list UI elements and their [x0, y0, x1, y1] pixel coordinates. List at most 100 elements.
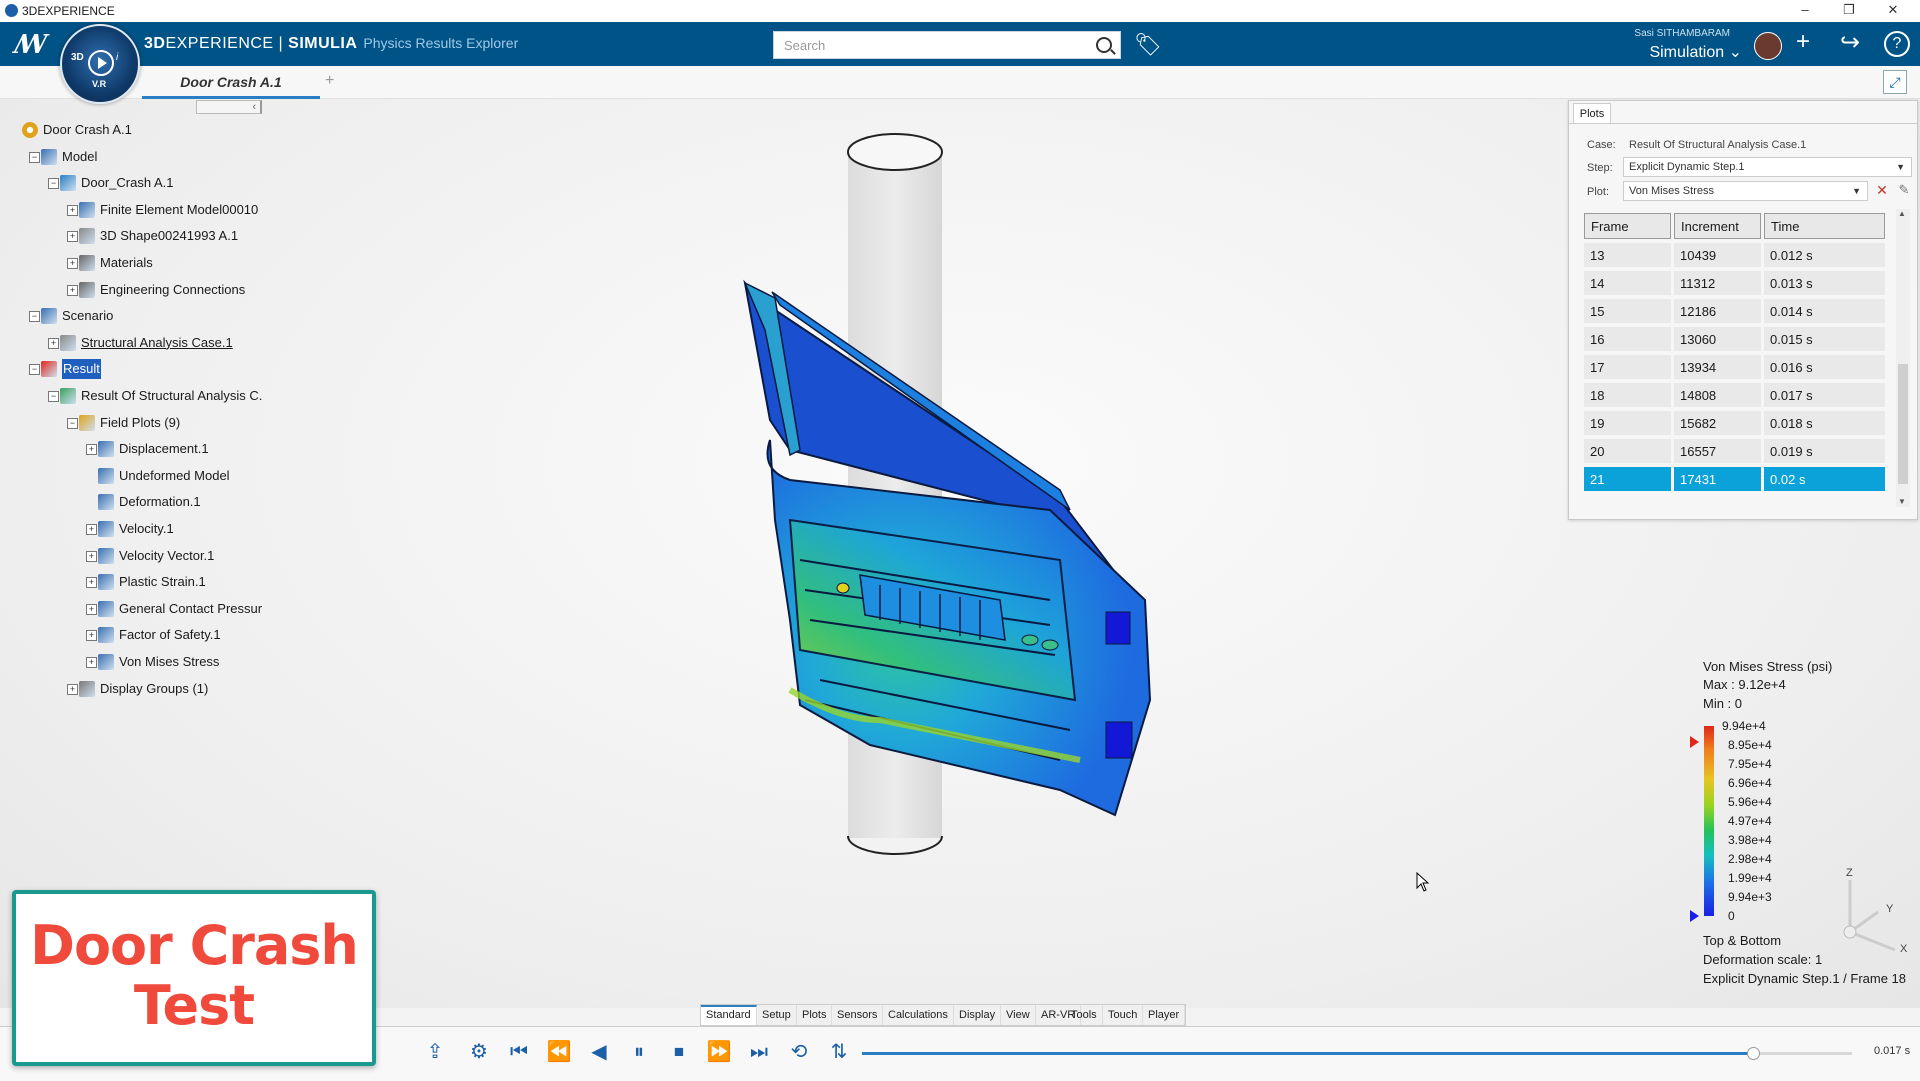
expand-icon[interactable]: +: [67, 231, 78, 243]
tree-item[interactable]: + Structural Analysis Case.1: [0, 333, 265, 353]
tab-door-crash[interactable]: Door Crash A.1: [142, 72, 320, 99]
expand-icon[interactable]: +: [86, 524, 97, 535]
sort-icon[interactable]: ⇅: [826, 1039, 852, 1065]
scroll-down-icon[interactable]: ▼: [1898, 497, 1906, 506]
tab-setup[interactable]: Setup: [757, 1005, 797, 1025]
avatar[interactable]: [1754, 32, 1782, 60]
help-icon[interactable]: ?: [1884, 31, 1910, 57]
loop-icon[interactable]: ⟲: [786, 1039, 812, 1065]
edit-icon[interactable]: ✎: [1895, 181, 1913, 199]
progress-knob[interactable]: [1747, 1047, 1760, 1060]
tab-calculations[interactable]: Calculations: [883, 1005, 954, 1025]
plot-settings-icon[interactable]: ✕: [1873, 181, 1891, 199]
expand-icon[interactable]: +: [86, 657, 97, 668]
scroll-up-icon[interactable]: ▲: [1898, 209, 1906, 218]
tab-tools[interactable]: Tools: [1066, 1005, 1103, 1025]
tree-item[interactable]: +3D Shape00241993 A.1: [0, 226, 265, 246]
expand-icon[interactable]: +: [67, 284, 78, 296]
role-selector[interactable]: Simulation ⌄: [1622, 42, 1742, 62]
plot-select[interactable]: Von Mises Stress ▼: [1623, 181, 1868, 201]
tree-item[interactable]: − Scenario: [0, 306, 265, 326]
tree-item[interactable]: + Velocity.1: [0, 519, 265, 539]
tree-item[interactable]: + Engineering Connections: [0, 280, 265, 300]
tree-collapse-button[interactable]: ‹: [196, 100, 262, 114]
collapse-icon[interactable]: −: [29, 311, 40, 323]
first-frame-icon[interactable]: ⏮: [506, 1039, 532, 1065]
add-icon[interactable]: +: [1796, 28, 1810, 56]
table-row[interactable]: 19 15682 0.018 s: [1584, 411, 1885, 435]
expand-icon[interactable]: +: [86, 577, 97, 589]
tree-item[interactable]: Door Crash A.1: [0, 120, 265, 140]
tag-icon[interactable]: 🏷: [1134, 32, 1162, 58]
tab-plots[interactable]: Plots: [797, 1005, 833, 1025]
scroll-thumb[interactable]: [1898, 364, 1908, 484]
search-box[interactable]: [773, 31, 1121, 59]
col-time[interactable]: Time: [1764, 213, 1885, 239]
restore-button[interactable]: ❐: [1834, 2, 1864, 20]
collapse-icon[interactable]: −: [67, 417, 78, 429]
tree-item[interactable]: + Von Mises Stress: [0, 652, 265, 672]
tree-item[interactable]: Undeformed Model: [0, 466, 265, 486]
dassault-logo-icon[interactable]: ꟿ: [14, 30, 47, 60]
tab-player[interactable]: Player: [1143, 1005, 1186, 1025]
stop-icon[interactable]: ⏹: [666, 1039, 692, 1065]
table-row[interactable]: 14 11312 0.013 s: [1584, 271, 1885, 295]
table-row[interactable]: 21 17431 0.02 s: [1584, 467, 1885, 491]
expand-icon[interactable]: +: [67, 258, 78, 269]
expand-icon[interactable]: +: [86, 630, 97, 642]
axis-triad-icon[interactable]: Z Y X: [1800, 862, 1910, 962]
tree-item[interactable]: − Door_Crash A.1: [0, 173, 265, 193]
expand-icon[interactable]: +: [86, 444, 97, 456]
tree-item[interactable]: + Plastic Strain.1: [0, 572, 265, 592]
minimize-button[interactable]: –: [1790, 2, 1820, 20]
frames-scrollbar[interactable]: ▲ ▼: [1896, 209, 1910, 507]
tree-item[interactable]: + Materials: [0, 253, 265, 273]
table-row[interactable]: 18 14808 0.017 s: [1584, 383, 1885, 407]
next-frame-icon[interactable]: ⏩: [706, 1039, 732, 1065]
step-select[interactable]: Explicit Dynamic Step.1 ▼: [1623, 157, 1912, 177]
table-row[interactable]: 15 12186 0.014 s: [1584, 299, 1885, 323]
add-tab-icon[interactable]: +: [325, 72, 334, 90]
tree-item[interactable]: − Field Plots (9): [0, 413, 265, 433]
tree-item[interactable]: + General Contact Pressur: [0, 599, 265, 619]
tab-standard[interactable]: Standard: [701, 1005, 757, 1025]
compass-icon[interactable]: 3D V.R i: [60, 24, 140, 104]
tree-item[interactable]: − Model: [0, 147, 265, 167]
collapse-icon[interactable]: −: [48, 178, 59, 190]
last-frame-icon[interactable]: ⏭: [746, 1039, 772, 1065]
legend-min-marker-icon[interactable]: [1690, 910, 1699, 922]
table-row[interactable]: 20 16557 0.019 s: [1584, 439, 1885, 463]
tree-item[interactable]: − Result Of Structural Analysis C.: [0, 386, 265, 406]
expand-icon[interactable]: ⤢: [1883, 70, 1907, 94]
tab-view[interactable]: View: [1001, 1005, 1036, 1025]
play-icon[interactable]: [88, 50, 114, 76]
tree-item[interactable]: + Display Groups (1): [0, 679, 265, 699]
pause-icon[interactable]: ⏸: [626, 1039, 652, 1065]
table-row[interactable]: 13 10439 0.012 s: [1584, 243, 1885, 267]
expand-icon[interactable]: +: [86, 550, 97, 562]
previous-frame-icon[interactable]: ⏪: [546, 1039, 572, 1065]
tree-item[interactable]: + Finite Element Model00010: [0, 200, 265, 220]
settings-icon[interactable]: ⚙: [466, 1039, 492, 1065]
tab-display[interactable]: Display: [954, 1005, 1002, 1025]
tab-touch[interactable]: Touch: [1103, 1005, 1144, 1025]
search-input[interactable]: [782, 37, 1086, 54]
table-row[interactable]: 17 13934 0.016 s: [1584, 355, 1885, 379]
tree-item[interactable]: + Displacement.1: [0, 439, 265, 459]
close-button[interactable]: ✕: [1878, 2, 1908, 20]
col-increment[interactable]: Increment: [1674, 213, 1762, 239]
collapse-icon[interactable]: −: [29, 364, 40, 376]
tree-item[interactable]: − Result: [0, 359, 265, 380]
collapse-icon[interactable]: −: [29, 151, 40, 163]
expand-icon[interactable]: +: [67, 204, 78, 216]
expand-icon[interactable]: +: [67, 683, 78, 695]
expand-icon[interactable]: +: [86, 603, 97, 615]
play-reverse-icon[interactable]: ◀: [586, 1039, 612, 1065]
tab-plots[interactable]: Plots: [1573, 103, 1611, 124]
share-icon[interactable]: ↪: [1840, 28, 1860, 57]
col-frame[interactable]: Frame: [1584, 213, 1672, 239]
tree-item[interactable]: + Factor of Safety.1: [0, 625, 265, 645]
table-row[interactable]: 16 13060 0.015 s: [1584, 327, 1885, 351]
tab-sensors[interactable]: Sensors: [832, 1005, 884, 1025]
collapse-icon[interactable]: −: [48, 391, 59, 402]
